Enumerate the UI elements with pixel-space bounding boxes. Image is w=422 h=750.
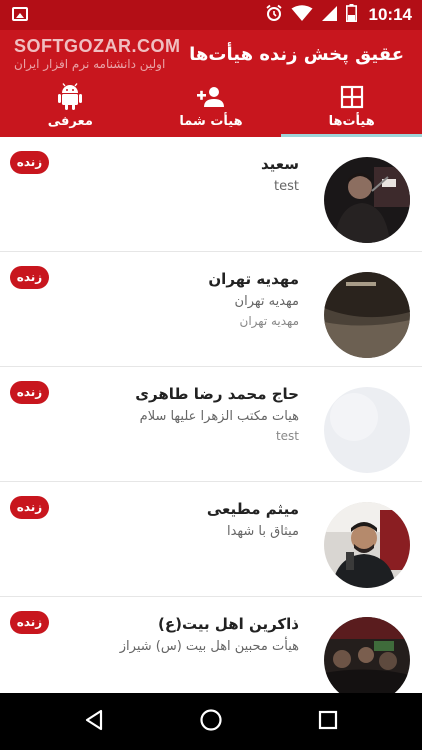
item-subtitle: test: [274, 179, 299, 194]
item-detail: test: [275, 429, 299, 443]
android-icon: [57, 83, 83, 110]
add-person-icon: [196, 84, 226, 110]
item-subtitle: هیات مکتب الزهرا علیها سلام: [139, 409, 299, 424]
avatar: [324, 387, 410, 473]
live-badge: زنده: [10, 611, 49, 634]
avatar: [324, 617, 410, 693]
item-name: سعید: [260, 155, 299, 173]
live-badge: زنده: [10, 151, 49, 174]
tab-heyats-label: هیأت‌ها: [328, 114, 375, 129]
avatar: [324, 502, 410, 588]
watermark-subtitle: اولین دانشنامه نرم افزار ایران: [14, 57, 166, 71]
app-title: عقیق پخش زنده هیأت‌ها: [189, 44, 404, 65]
watermark: SOFTGOZAR.COM: [14, 36, 181, 56]
recents-button[interactable]: [288, 693, 368, 750]
back-icon: [84, 709, 104, 735]
home-icon: [199, 708, 223, 736]
tab-your-heyat-label: هیأت شما: [179, 114, 243, 129]
signal-icon: [321, 5, 338, 26]
tab-about-label: معرفی: [47, 114, 93, 129]
live-badge: زنده: [10, 266, 49, 289]
alarm-icon: [265, 4, 283, 26]
tab-heyats[interactable]: هیأت‌ها: [281, 80, 422, 137]
item-subtitle: هیأت محبین اهل بیت (س) شیراز: [119, 639, 299, 654]
item-name: میثم مطیعی: [206, 500, 299, 518]
app-bar: SOFTGOZAR.COM اولین دانشنامه نرم افزار ا…: [0, 30, 422, 137]
status-bar: 10:14: [0, 0, 422, 30]
status-time: 10:14: [368, 5, 412, 24]
tab-about[interactable]: معرفی: [0, 80, 141, 137]
list-item[interactable]: زنده میثم مطیعی میثاق با شهدا: [0, 482, 422, 597]
tab-your-heyat[interactable]: هیأت شما: [141, 80, 282, 137]
system-navigation-bar: [0, 693, 422, 750]
list-item[interactable]: زنده حاج محمد رضا طاهری هیات مکتب الزهرا…: [0, 367, 422, 482]
wifi-icon: [291, 4, 313, 26]
back-button[interactable]: [54, 693, 134, 750]
item-subtitle: میثاق با شهدا: [226, 524, 299, 539]
list-item[interactable]: زنده ذاکرین اهل بیت(ع) هیأت محبین اهل بی…: [0, 597, 422, 693]
item-name: مهدیه تهران: [208, 270, 299, 288]
battery-icon: [345, 4, 357, 26]
image-notification-icon: [12, 7, 28, 21]
home-button[interactable]: [171, 693, 251, 750]
heyat-list: زنده سعید test زنده مهدیه تهران مهدیه ته…: [0, 137, 422, 693]
item-detail: مهدیه تهران: [239, 314, 299, 328]
avatar: [324, 157, 410, 243]
item-subtitle: مهدیه تهران: [234, 294, 299, 309]
item-name: حاج محمد رضا طاهری: [135, 385, 299, 403]
tab-bar: معرفی هیأت شما هیأت‌ها: [0, 80, 422, 137]
list-item[interactable]: زنده سعید test: [0, 137, 422, 252]
list-item[interactable]: زنده مهدیه تهران مهدیه تهران مهدیه تهران: [0, 252, 422, 367]
grid-icon: [340, 84, 364, 110]
recents-icon: [318, 710, 338, 734]
avatar: [324, 272, 410, 358]
live-badge: زنده: [10, 381, 49, 404]
item-name: ذاکرین اهل بیت(ع): [158, 615, 299, 633]
live-badge: زنده: [10, 496, 49, 519]
